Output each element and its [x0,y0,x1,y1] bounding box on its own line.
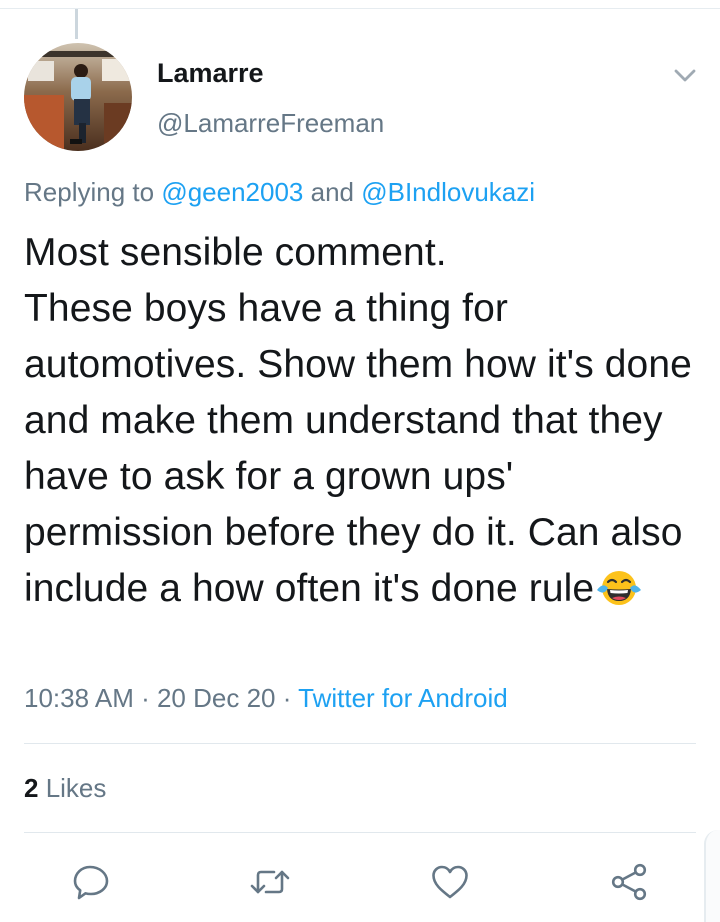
replying-prefix: Replying to [24,177,162,207]
retweet-icon [250,870,290,894]
replying-joiner: and [303,177,362,207]
author-handle[interactable]: @LamarreFreeman [157,108,384,139]
avatar-photo [24,43,132,151]
tweet-date: 20 Dec 20 [156,683,276,713]
face-with-tears-of-joy-icon [595,568,643,608]
scroll-edge [704,830,720,922]
divider [24,743,696,744]
reply-button[interactable] [70,860,114,904]
likes-label: Likes [38,773,107,803]
share-icon [611,863,647,901]
like-button[interactable] [428,860,472,904]
likes-stat[interactable]: 2 Likes [24,773,106,804]
top-divider [0,8,720,9]
retweet-button[interactable] [248,860,292,904]
chevron-down-icon[interactable] [670,60,700,90]
tweet-meta: 10:38 AM · 20 Dec 20 · Twitter for Andro… [24,683,508,714]
speech-bubble-icon [73,865,109,900]
avatar[interactable] [24,43,132,151]
replying-to-line: Replying to @geen2003 and @BIndlovukazi [24,177,535,208]
divider [24,832,696,833]
mention-link[interactable]: @BIndlovukazi [361,177,535,207]
likes-count: 2 [24,773,39,803]
tweet-body: Most sensible comment. These boys have a… [24,231,692,610]
tweet-time: 10:38 AM [24,683,134,713]
tweet-source-link[interactable]: Twitter for Android [298,683,508,713]
share-button[interactable] [607,860,651,904]
mention-link[interactable]: @geen2003 [161,177,303,207]
tweet-text: Most sensible comment. These boys have a… [24,225,704,617]
author-name[interactable]: Lamarre [157,58,264,89]
meta-separator: · [133,683,157,713]
meta-separator: · [275,683,299,713]
heart-icon [432,865,468,899]
thread-connector-line [75,9,78,39]
